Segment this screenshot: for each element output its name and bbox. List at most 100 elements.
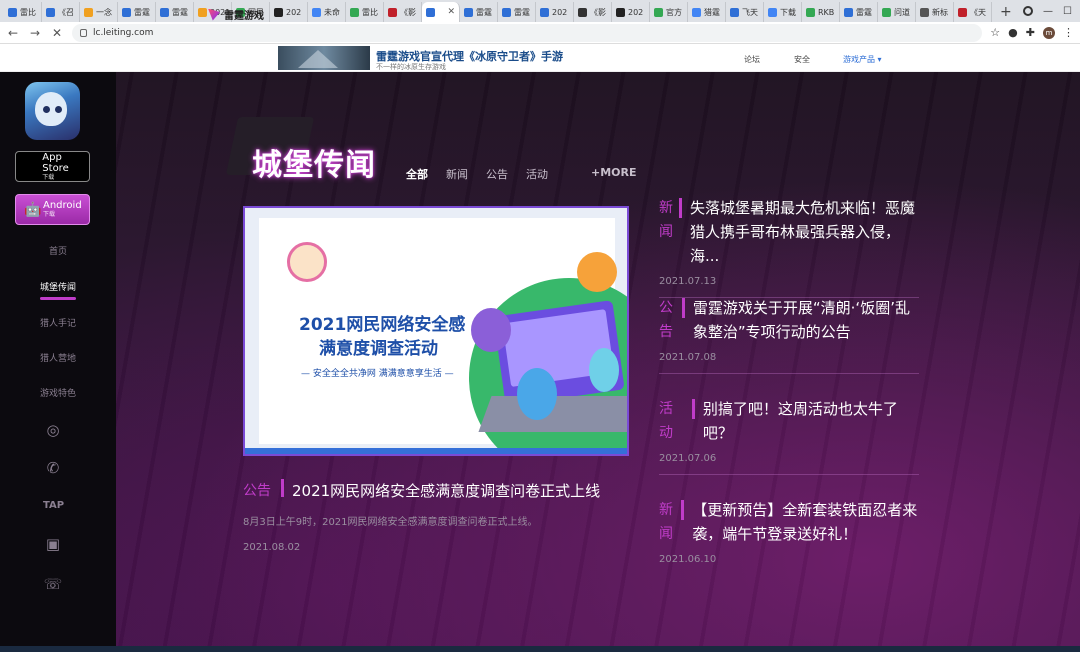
tab-notice[interactable]: 公告 (486, 166, 508, 182)
browser-tab[interactable]: 雷霆 (460, 2, 498, 22)
browser-tab[interactable]: 一念 (80, 2, 118, 22)
tab-label: RKB (818, 7, 835, 17)
tab-label: 雷霆 (856, 7, 872, 17)
logo-text: 雷霆游戏 (224, 11, 264, 22)
tab-favicon-icon (198, 7, 207, 17)
sidebar-item-features[interactable]: 游戏特色 (0, 386, 116, 399)
browser-tab[interactable]: 未命 (308, 2, 346, 22)
tab-favicon-icon (388, 7, 397, 17)
news-divider (679, 198, 682, 218)
tab-label: 官方 (666, 7, 682, 17)
chat-icon[interactable]: ✆ (43, 458, 63, 478)
tab-news[interactable]: 新闻 (446, 166, 468, 182)
url-field[interactable]: lc.leiting.com (72, 23, 983, 42)
taptap-icon[interactable]: TAP (43, 496, 64, 516)
news-title[interactable]: 别搞了吧！这周活动也太牛了吧？ (703, 397, 919, 445)
browser-tab[interactable]: 《天 (954, 2, 992, 22)
bookmark-star-icon[interactable]: ☆ (990, 26, 1000, 39)
browser-tab[interactable]: RKB (802, 2, 840, 22)
news-item[interactable]: 新闻 失落城堡暑期最大危机来临！恶魔猎人携手哥布林最强兵器入侵，海... 202… (659, 196, 919, 298)
tab-favicon-icon (692, 7, 701, 17)
browser-tab[interactable]: 新标 (916, 2, 954, 22)
record-icon[interactable] (1023, 6, 1034, 16)
stop-icon[interactable]: ✕ (50, 26, 64, 40)
tab-label: 猎霆 (704, 7, 720, 17)
browser-tab[interactable]: 雷霆 (156, 2, 194, 22)
browser-tab[interactable]: 202 (270, 2, 308, 22)
news-item[interactable]: 新闻 【更新预告】全新套装铁面忍者来袭，端午节登录送好礼！ 2021.06.10 (659, 498, 919, 565)
sidebar: App Store 下载 🤖 Android 下载 首页 城堡传闻 猎人手记 猎… (0, 72, 116, 646)
new-tab-button[interactable]: + (992, 2, 1020, 22)
profile-avatar[interactable]: m (1043, 26, 1055, 39)
phone-icon[interactable]: ☏ (43, 574, 63, 594)
appstore-download-button[interactable]: App Store 下载 (15, 151, 90, 182)
back-icon[interactable]: ← (6, 26, 20, 40)
browser-tab[interactable]: 猎霆 (688, 2, 726, 22)
extension-icon[interactable]: ● (1008, 26, 1018, 39)
browser-tab[interactable]: 雷霆 (498, 2, 536, 22)
tab-label: 《天 (970, 7, 986, 17)
browser-tab[interactable]: ✕ (422, 2, 460, 22)
news-date: 2021.06.10 (659, 554, 717, 565)
site-logo[interactable]: 雷霆游戏 (208, 7, 264, 22)
browser-tab[interactable]: 问道 (878, 2, 916, 22)
weibo-icon[interactable]: ◎ (43, 420, 63, 440)
tab-label: 《影 (400, 7, 416, 17)
tab-label: 新标 (932, 7, 948, 17)
header-link-security[interactable]: 安全 (794, 54, 810, 65)
tab-favicon-icon (958, 7, 967, 17)
news-title[interactable]: 【更新预告】全新套装铁面忍者来袭，端午节登录送好礼！ (692, 498, 919, 546)
browser-tab[interactable]: 雷霆 (840, 2, 878, 22)
tab-label: 飞天 (742, 7, 758, 17)
minimize-button[interactable]: — (1043, 6, 1053, 17)
news-item[interactable]: 活动 别搞了吧！这周活动也太牛了吧？ 2021.07.06 (659, 397, 919, 475)
tab-event[interactable]: 活动 (526, 166, 548, 182)
sidebar-item-home[interactable]: 首页 (0, 244, 116, 257)
news-title[interactable]: 雷霆游戏关于开展“清朗·‘饭圈’乱象整治”专项行动的公告 (693, 296, 919, 344)
browser-tab[interactable]: 飞天 (726, 2, 764, 22)
header-link-forum[interactable]: 论坛 (744, 54, 760, 65)
hero-headline-2: 满意度调查活动 (319, 339, 438, 359)
game-app-icon[interactable] (25, 82, 80, 140)
browser-tab[interactable]: 《影 (384, 2, 422, 22)
news-item[interactable]: 公告 雷霆游戏关于开展“清朗·‘饭圈’乱象整治”专项行动的公告 2021.07.… (659, 296, 919, 374)
browser-tab[interactable]: 雷霆 (118, 2, 156, 22)
tab-favicon-icon (502, 7, 511, 17)
browser-tab[interactable]: 202 (612, 2, 650, 22)
android-download-button[interactable]: 🤖 Android 下载 (15, 194, 90, 225)
news-separator (659, 474, 919, 475)
header-link-products[interactable]: 游戏产品 ▾ (843, 54, 882, 65)
news-category: 新闻 (659, 502, 673, 542)
browser-tab[interactable]: 官方 (650, 2, 688, 22)
sidebar-item-hunter-notes[interactable]: 猎人手记 (0, 316, 116, 329)
puzzle-icon[interactable]: ✚ (1026, 26, 1035, 39)
news-title[interactable]: 失落城堡暑期最大危机来临！恶魔猎人携手哥布林最强兵器入侵，海... (690, 196, 919, 268)
android-label: Android (43, 200, 82, 211)
browser-tab[interactable]: 雷比 (4, 2, 42, 22)
forward-icon[interactable]: → (28, 26, 42, 40)
sidebar-item-castle-news[interactable]: 城堡传闻 (0, 280, 116, 300)
maximize-button[interactable]: ☐ (1063, 6, 1072, 17)
tab-all[interactable]: 全部 (406, 166, 428, 182)
more-link[interactable]: +MORE (591, 166, 637, 179)
browser-tab[interactable]: 雷比 (346, 2, 384, 22)
tab-favicon-icon (578, 7, 587, 17)
news-date: 2021.07.06 (659, 453, 717, 464)
menu-icon[interactable]: ⋮ (1063, 26, 1074, 39)
browser-tab[interactable]: 202 (536, 2, 574, 22)
close-tab-icon[interactable]: ✕ (447, 7, 455, 17)
tab-label: 雷霆 (476, 7, 492, 17)
tab-label: 202 (552, 7, 568, 17)
header-banner-image[interactable] (278, 46, 370, 70)
featured-news-image[interactable]: 2021网民网络安全感 满意度调查活动 — 安全全全共净网 满满意意享生活 — (243, 206, 629, 456)
browser-tab[interactable]: 下载 (764, 2, 802, 22)
bilibili-icon[interactable]: ▣ (43, 534, 63, 554)
browser-tab[interactable]: 《召 (42, 2, 80, 22)
news-category: 活动 (659, 401, 673, 441)
tab-label: 《召 (58, 7, 74, 17)
browser-tab[interactable]: 《影 (574, 2, 612, 22)
tab-favicon-icon (920, 7, 929, 17)
main-news-title[interactable]: 2021网民网络安全感满意度调查问卷正式上线 (292, 480, 600, 501)
tab-favicon-icon (274, 7, 283, 17)
sidebar-item-hunter-camp[interactable]: 猎人营地 (0, 351, 116, 364)
